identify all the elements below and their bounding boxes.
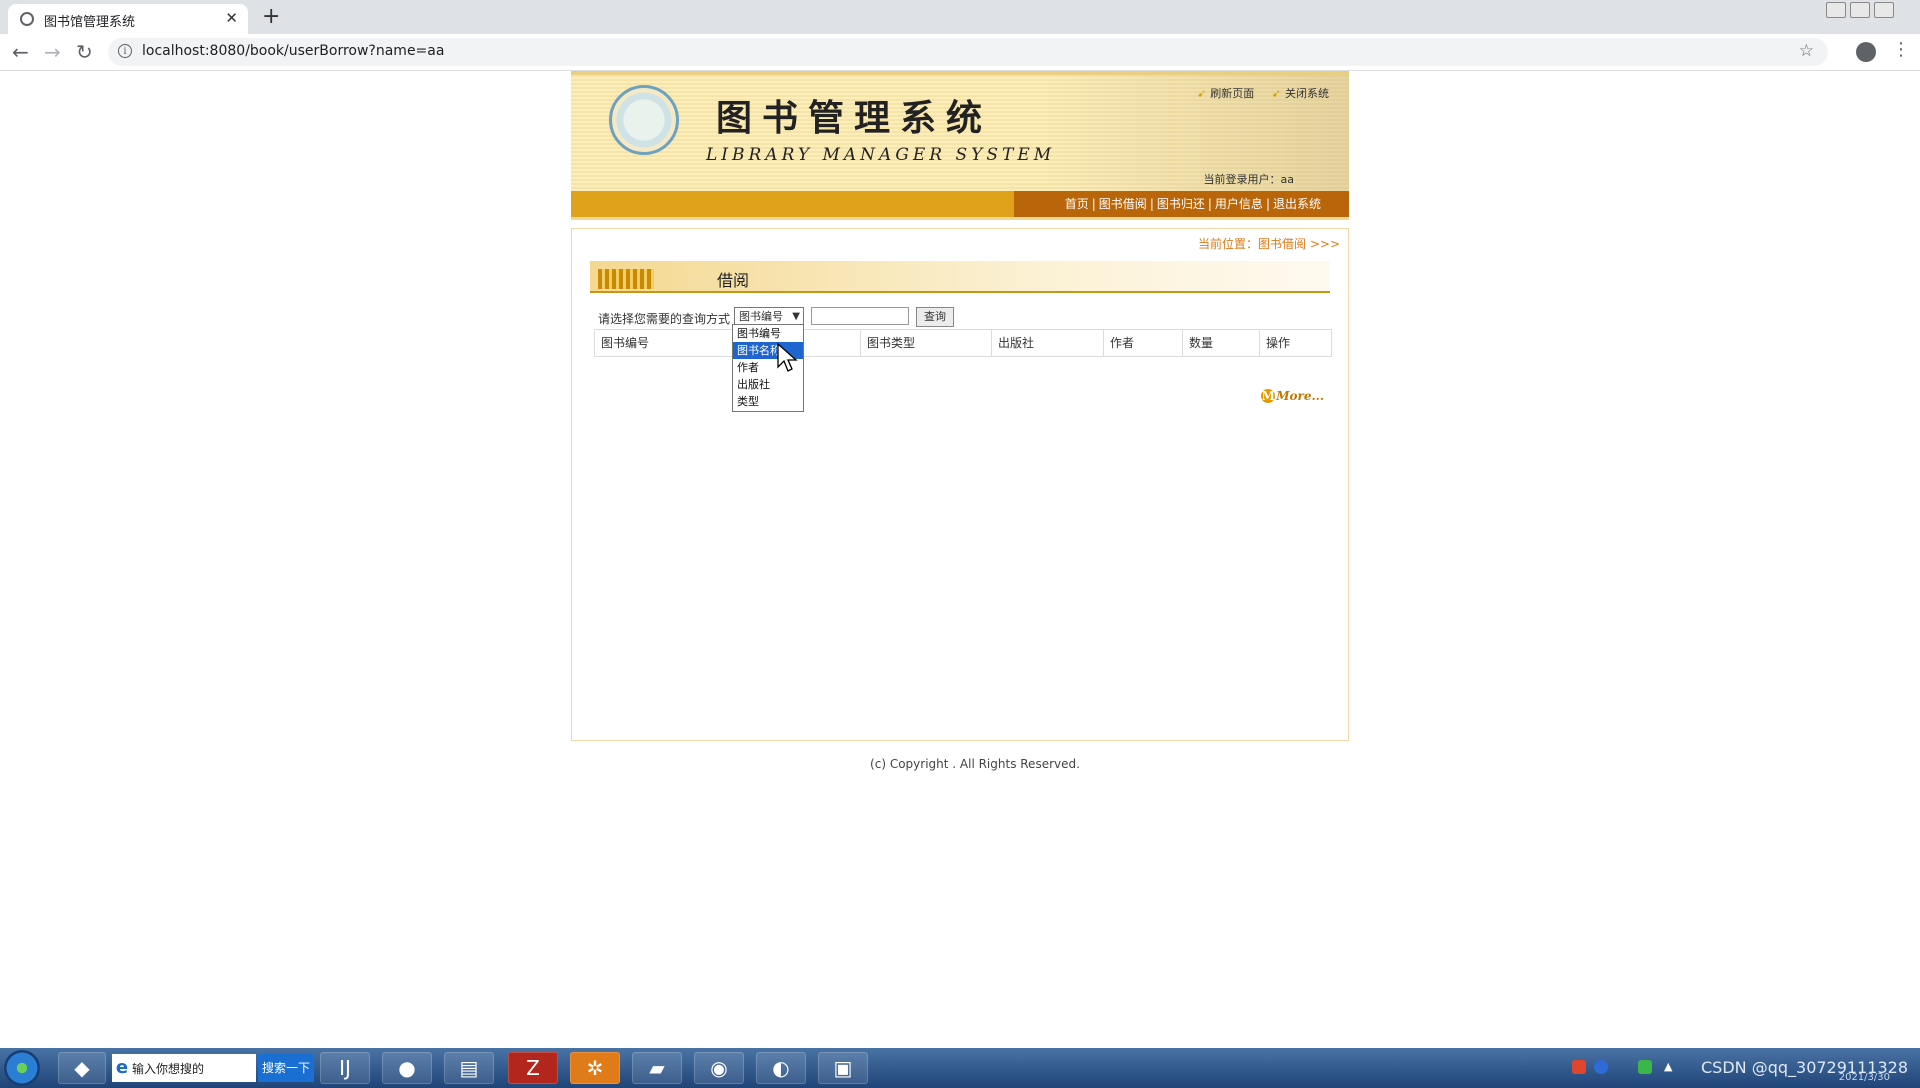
books-icon xyxy=(598,269,654,289)
close-tab-icon[interactable]: ✕ xyxy=(225,9,238,27)
close-window-icon[interactable] xyxy=(1874,2,1894,18)
content-panel: 当前位置：图书借阅 >>> 图书借阅 请选择您需要的查询方式 图书编号 ▼ 查询… xyxy=(571,228,1349,741)
col-actions: 操作 xyxy=(1266,336,1291,350)
system-tray: ▲ CSDN @qq_30729111328 2021/3/30 xyxy=(1560,1048,1920,1088)
section-title: 图书借阅 xyxy=(685,267,749,291)
taskbar-search-placeholder: 输入你想搜的 xyxy=(132,1062,205,1076)
app-launcher-icon[interactable]: ◆ xyxy=(58,1052,106,1084)
profile-avatar-icon[interactable] xyxy=(1856,42,1876,62)
more-link-text[interactable]: More... xyxy=(1276,389,1324,403)
section-title-faded: 图书 xyxy=(685,271,718,290)
arrow-icon: ➹ xyxy=(1271,87,1281,100)
close-system-link[interactable]: 关闭系统 xyxy=(1285,87,1329,100)
new-tab-icon[interactable]: + xyxy=(262,4,280,29)
address-bar[interactable]: i localhost:8080/book/userBorrow?name=aa… xyxy=(108,38,1828,66)
show-hidden-icons-icon[interactable]: ▲ xyxy=(1664,1060,1678,1074)
refresh-page-link[interactable]: 刷新页面 xyxy=(1210,87,1254,100)
col-book-id: 图书编号 xyxy=(595,330,733,356)
dropdown-option[interactable]: 类型 xyxy=(733,393,803,410)
nav-separator: | xyxy=(1091,197,1096,211)
forward-arrow-icon[interactable]: → xyxy=(44,40,61,64)
col-quantity: 数量 xyxy=(1183,330,1260,356)
header-banner: 图书管理系统 LIBRARY MANAGER SYSTEM ➹ 刷新页面 ➹ 关闭系… xyxy=(571,71,1349,191)
intellij-icon[interactable]: IJ xyxy=(320,1052,370,1084)
arrow-icon: ➹ xyxy=(1197,87,1207,100)
nav-menu: 首页 | 图书借阅 | 图书归还 | 用户信息 | 退出系统 xyxy=(1014,191,1349,217)
search-label: 请选择您需要的查询方式 xyxy=(598,312,731,326)
taskbar-search-button[interactable]: 搜索一下 xyxy=(258,1054,314,1082)
clock-date[interactable]: 2021/3/30 xyxy=(1839,1072,1890,1083)
col-book-type: 图书类型 xyxy=(861,330,992,356)
bookmark-star-icon[interactable]: ☆ xyxy=(1799,41,1814,61)
firefox-icon[interactable]: ◐ xyxy=(756,1052,806,1084)
battery-icon[interactable] xyxy=(1638,1060,1652,1074)
nav-item-home[interactable]: 首页 xyxy=(1065,197,1089,211)
site-container: 图书管理系统 LIBRARY MANAGER SYSTEM ➹ 刷新页面 ➹ 关闭系… xyxy=(571,71,1349,741)
nav-item-borrow[interactable]: 图书借阅 xyxy=(1099,197,1147,211)
site-subtitle: LIBRARY MANAGER SYSTEM xyxy=(706,145,1056,165)
browser-toolbar: ← → ↻ i localhost:8080/book/userBorrow?n… xyxy=(0,34,1920,71)
nav-separator: | xyxy=(1149,197,1154,211)
search-button[interactable]: 查询 xyxy=(916,307,954,327)
settings-app-icon[interactable]: ✲ xyxy=(570,1052,620,1084)
site-title: 图书管理系统 xyxy=(716,97,993,139)
col-publisher: 出版社 xyxy=(992,330,1104,356)
dropdown-option[interactable]: 图书编号 xyxy=(733,325,803,342)
folder-icon[interactable]: ▰ xyxy=(632,1052,682,1084)
mouse-pointer-icon xyxy=(777,343,798,372)
col-author: 作者 xyxy=(1104,330,1183,356)
section-title-text: 借阅 xyxy=(717,271,750,290)
more-link[interactable]: MMore... xyxy=(1261,389,1324,403)
back-arrow-icon[interactable]: ← xyxy=(12,40,29,64)
footer-copyright: (c) Copyright . All Rights Reserved. xyxy=(870,757,1080,771)
nav-separator: | xyxy=(1265,197,1270,211)
dropdown-option[interactable]: 出版社 xyxy=(733,376,803,393)
terminal-icon[interactable]: ▣ xyxy=(818,1052,868,1084)
help-icon[interactable] xyxy=(1594,1060,1608,1074)
url-text[interactable]: localhost:8080/book/userBorrow?name=aa xyxy=(142,43,444,59)
filezilla-icon[interactable]: Z xyxy=(508,1052,558,1084)
person-app-icon[interactable]: ● xyxy=(382,1052,432,1084)
info-icon[interactable]: i xyxy=(118,44,132,58)
school-emblem-logo xyxy=(609,85,679,155)
more-badge-icon: M xyxy=(1261,389,1276,403)
nav-item-user-info[interactable]: 用户信息 xyxy=(1215,197,1263,211)
sogou-icon[interactable] xyxy=(1572,1060,1586,1074)
minimize-window-icon[interactable] xyxy=(1826,2,1846,18)
file-explorer-icon[interactable]: ▤ xyxy=(444,1052,494,1084)
current-user-label: 当前登录用户：aa xyxy=(1203,173,1294,186)
breadcrumb: 当前位置：图书借阅 >>> xyxy=(1198,237,1340,251)
search-type-select[interactable]: 图书编号 ▼ xyxy=(734,307,804,325)
ie-icon: e xyxy=(115,1057,129,1078)
globe-icon xyxy=(20,12,34,26)
section-header: 图书借阅 xyxy=(590,261,1330,293)
chrome-icon[interactable]: ◉ xyxy=(694,1052,744,1084)
selected-option: 图书编号 xyxy=(739,310,783,323)
reload-icon[interactable]: ↻ xyxy=(76,40,93,64)
main-navbar: 首页 | 图书借阅 | 图书归还 | 用户信息 | 退出系统 xyxy=(571,191,1349,220)
search-input[interactable] xyxy=(811,307,909,325)
browser-menu-icon[interactable]: ⋮ xyxy=(1892,39,1910,60)
nav-item-return[interactable]: 图书归还 xyxy=(1157,197,1205,211)
top-links: ➹ 刷新页面 ➹ 关闭系统 xyxy=(1183,85,1329,101)
windows-taskbar: ◆ e 输入你想搜的 搜索一下 IJ ● ▤ Z ✲ ▰ ◉ ◐ ▣ ▲ CSDN… xyxy=(0,1048,1920,1088)
nav-separator: | xyxy=(1207,197,1212,211)
taskbar-search-input[interactable]: e 输入你想搜的 xyxy=(112,1054,256,1082)
start-button-icon[interactable] xyxy=(4,1050,40,1086)
tab-title: 图书馆管理系统 xyxy=(44,15,136,30)
results-table-header: 图书编号 图书名称 图书类型 出版社 作者 数量 操作 xyxy=(594,329,1332,357)
nav-item-logout[interactable]: 退出系统 xyxy=(1273,197,1321,211)
restore-window-icon[interactable] xyxy=(1850,2,1870,18)
browser-tab[interactable]: 图书馆管理系统 ✕ xyxy=(8,4,248,34)
browser-tab-bar: 图书馆管理系统 ✕ + xyxy=(0,0,1920,34)
